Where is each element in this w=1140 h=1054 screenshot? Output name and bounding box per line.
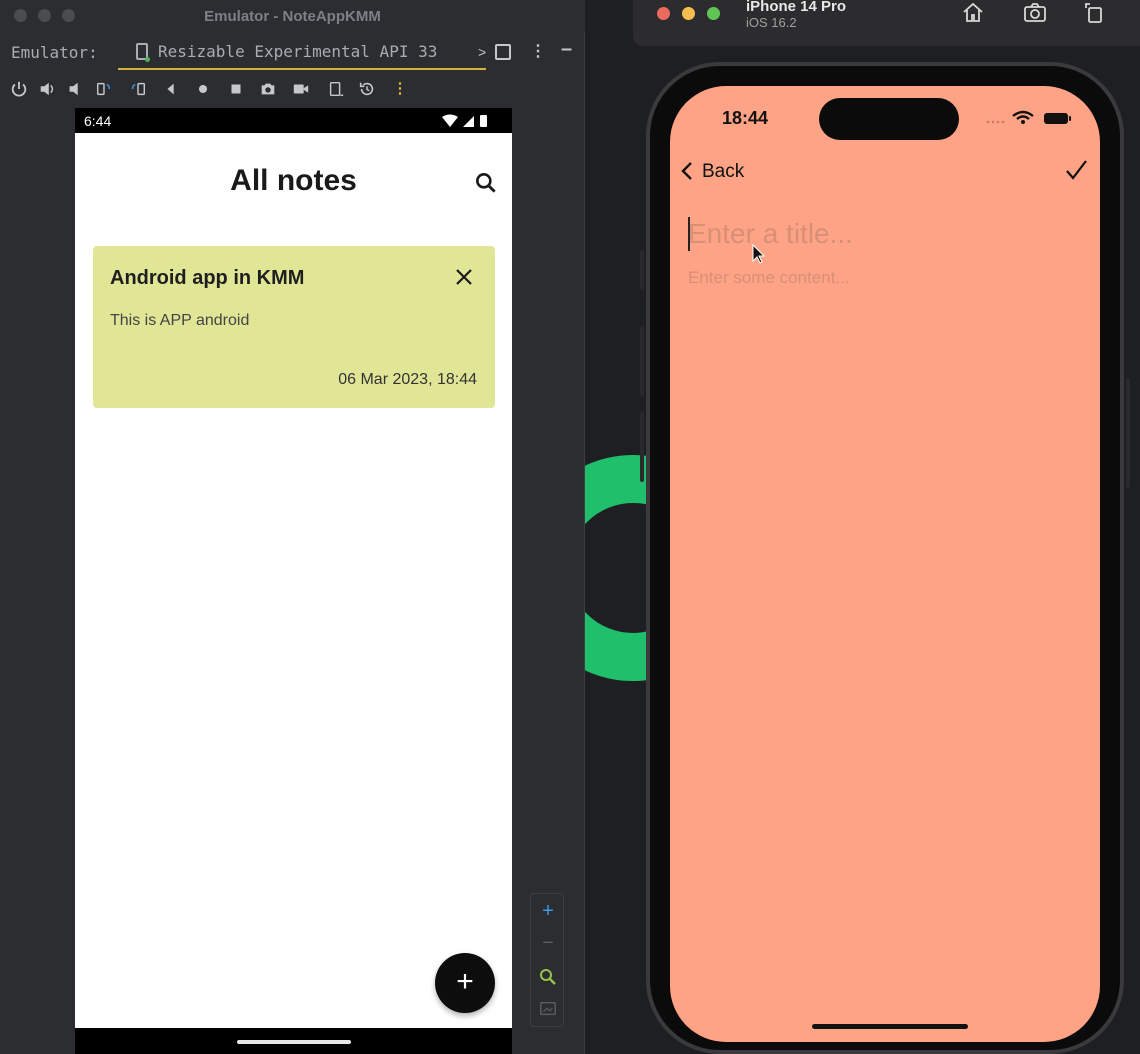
more-options-icon[interactable]: ⋮ xyxy=(530,41,546,61)
rotate-right-icon[interactable] xyxy=(127,78,149,100)
zoom-in-button[interactable]: + xyxy=(531,896,565,926)
iphone-action-button xyxy=(640,250,644,290)
ios-status-time: 18:44 xyxy=(722,108,769,128)
search-icon[interactable] xyxy=(473,170,499,196)
home-icon[interactable] xyxy=(192,78,214,100)
fold-device-icon[interactable] xyxy=(325,78,347,100)
android-status-icons xyxy=(442,114,487,127)
sim-os-version: iOS 16.2 xyxy=(746,15,797,30)
snapshot-icon[interactable] xyxy=(356,78,378,100)
rotate-icon[interactable] xyxy=(1082,0,1108,26)
power-icon[interactable] xyxy=(8,78,30,100)
iphone-power-button xyxy=(1126,378,1130,488)
emulator-window-title: Emulator - NoteAppKMM xyxy=(204,8,381,25)
screenshot-icon[interactable] xyxy=(1022,0,1048,26)
back-label: Back xyxy=(702,161,745,182)
zoom-fit-button[interactable] xyxy=(531,962,565,992)
back-icon[interactable] xyxy=(160,78,182,100)
window-mode-icon[interactable] xyxy=(495,44,511,60)
note-title: Android app in KMM xyxy=(110,267,305,289)
camera-icon[interactable] xyxy=(257,78,279,100)
dynamic-island xyxy=(819,98,959,140)
text-caret xyxy=(688,217,690,251)
sim-close-button[interactable] xyxy=(657,7,670,20)
tab-overflow-chevron[interactable]: > xyxy=(478,44,486,60)
device-icon xyxy=(136,43,150,62)
android-nav-bar xyxy=(75,1028,512,1054)
android-screen: 6:44 All notes Android app in KMM This i… xyxy=(75,108,512,1054)
desktop: Emulator - NoteAppKMM Emulator: Resizabl… xyxy=(0,0,1140,1054)
iphone-volume-up-button xyxy=(640,326,644,396)
actual-size-icon xyxy=(540,1001,556,1016)
android-status-bar: 6:44 xyxy=(75,108,512,133)
home-icon[interactable] xyxy=(960,0,986,26)
tab-label: Resizable Experimental API 33 xyxy=(158,42,438,61)
volume-up-icon[interactable] xyxy=(36,78,58,100)
extended-controls-icon[interactable]: ⋮ xyxy=(389,78,411,100)
iphone-frame: 18:44 Back xyxy=(646,62,1124,1054)
emulator-titlebar: Emulator - NoteAppKMM xyxy=(0,0,585,32)
emulator-toolbar: ⋮ xyxy=(0,74,585,104)
android-emulator-window: Emulator - NoteAppKMM Emulator: Resizabl… xyxy=(0,0,585,1054)
mouse-pointer-icon xyxy=(752,244,766,264)
note-title-input[interactable] xyxy=(688,216,1088,252)
note-content: This is APP android xyxy=(110,312,250,329)
add-note-button[interactable]: + xyxy=(435,953,495,1013)
zoom-out-button[interactable]: − xyxy=(531,928,565,958)
emulator-label: Emulator: xyxy=(11,43,98,62)
rotate-left-icon[interactable] xyxy=(93,78,115,100)
ios-home-indicator[interactable] xyxy=(812,1024,968,1029)
chevron-left-icon xyxy=(681,162,692,180)
zoom-controls: + − xyxy=(530,893,564,1027)
android-status-time: 6:44 xyxy=(84,113,112,129)
volume-down-icon[interactable] xyxy=(64,78,86,100)
zoom-actual-size-button[interactable] xyxy=(531,994,565,1024)
note-date: 06 Mar 2023, 18:44 xyxy=(338,371,477,388)
overview-icon[interactable] xyxy=(225,78,247,100)
ios-simulator-toolbar: iPhone 14 Pro iOS 16.2 xyxy=(633,0,1140,46)
note-card[interactable]: Android app in KMM This is APP android 0… xyxy=(93,246,495,408)
sim-device-name: iPhone 14 Pro xyxy=(746,0,847,15)
save-checkmark-icon[interactable] xyxy=(1064,158,1088,182)
android-gesture-handle[interactable] xyxy=(237,1040,351,1044)
ios-status-icons xyxy=(986,110,1071,124)
sim-minimize-button[interactable] xyxy=(682,7,695,20)
hide-panel-icon[interactable]: – xyxy=(561,38,572,61)
sim-zoom-button[interactable] xyxy=(707,7,720,20)
zoom-icon xyxy=(540,969,556,985)
delete-note-icon[interactable] xyxy=(453,266,475,288)
iphone-volume-down-button xyxy=(640,412,644,482)
note-content-input[interactable] xyxy=(688,266,1088,290)
screen-record-icon[interactable] xyxy=(290,78,312,100)
ios-screen: 18:44 Back xyxy=(670,86,1100,1042)
tab-resizable-device[interactable]: Resizable Experimental API 33 xyxy=(118,34,486,70)
page-title: All notes xyxy=(230,164,357,197)
